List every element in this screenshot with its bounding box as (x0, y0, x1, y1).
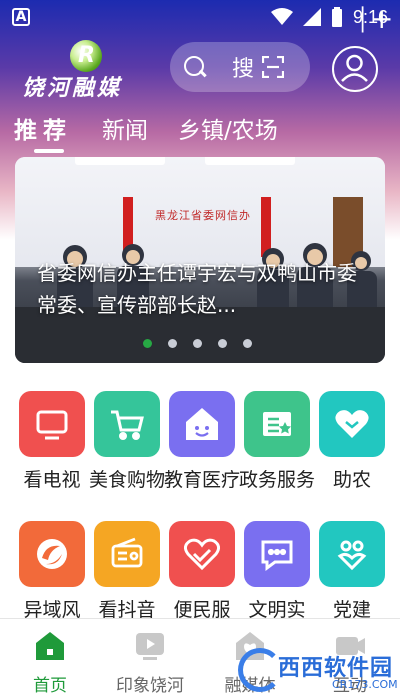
service-item-education-medical[interactable]: 教育医疗 (164, 391, 240, 493)
user-avatar-icon[interactable] (332, 46, 378, 92)
site-watermark: 西西软件园 CR173.COM (232, 642, 400, 700)
notification-icon: A (12, 8, 30, 26)
play-video-icon (133, 629, 167, 663)
tab-news[interactable]: 新闻 (102, 111, 148, 145)
signal-icon (302, 8, 321, 26)
nav-label: 首页 (33, 676, 67, 696)
service-label: 助农 (332, 469, 371, 491)
service-item-government[interactable]: 政务服务 (239, 391, 315, 493)
service-item-exotic[interactable]: 异域风 (14, 521, 90, 623)
search-label: 搜 (232, 57, 255, 82)
certificate-icon (244, 391, 310, 457)
ceiling-light (75, 157, 165, 165)
app-logo: R 饶河融媒 (22, 40, 152, 101)
service-item-civilization[interactable]: 文明实 (239, 521, 315, 623)
add-channel-button[interactable]: + (370, 2, 393, 35)
status-bar: A 9:16 (0, 0, 400, 34)
carousel-dots (143, 339, 252, 348)
service-item-convenience[interactable]: 便民服 (164, 521, 240, 623)
house-smile-icon (169, 391, 235, 457)
people-heart-icon (319, 521, 385, 587)
banner-caption[interactable]: 省委网信办主任谭宇宏与双鸭山市委常委、宣传部部长赵... (37, 257, 367, 321)
carousel-dot[interactable] (168, 339, 177, 348)
tab-towns-farms[interactable]: 乡镇/农场 (178, 111, 278, 145)
nav-label: 印象饶河 (116, 676, 184, 696)
camera-lens-icon (19, 521, 85, 587)
banner-sign-text: 黑龙江省委网信办 (155, 209, 251, 222)
watermark-subtext: CR173.COM (332, 678, 398, 691)
service-item-help-farmers[interactable]: 助农 (314, 391, 390, 493)
watermark-logo-icon (238, 648, 282, 692)
radio-icon (94, 521, 160, 587)
tab-overflow-indicator: │ (356, 8, 370, 33)
chat-bubble-icon (244, 521, 310, 587)
logo-mark: R (70, 40, 102, 72)
search-icon (184, 56, 206, 78)
service-item-party-building[interactable]: 党建 (314, 521, 390, 623)
top-bar: R 饶河融媒 搜 (0, 40, 400, 101)
search-box[interactable]: 搜 (170, 42, 310, 92)
service-label: 看电视 (23, 469, 81, 491)
service-item-tv[interactable]: 看电视 (14, 391, 90, 493)
scan-icon[interactable] (261, 55, 285, 79)
tv-icon (19, 391, 85, 457)
service-label: 教育医疗 (164, 469, 241, 491)
carousel-dot[interactable] (218, 339, 227, 348)
channel-tabs: 推荐 新闻 乡镇/农场 (0, 106, 400, 153)
service-item-douyin[interactable]: 看抖音 (89, 521, 165, 623)
carousel-dot[interactable] (243, 339, 252, 348)
service-label: 美食购物 (89, 469, 166, 491)
service-label: 政务服务 (239, 469, 316, 491)
service-item-food-shopping[interactable]: 美食购物 (89, 391, 165, 493)
ceiling-light (205, 157, 295, 165)
nav-item-impression[interactable]: 印象饶河 (100, 619, 200, 696)
home-icon (33, 629, 67, 663)
handshake-heart-icon (169, 521, 235, 587)
carousel-dot-active[interactable] (143, 339, 152, 348)
battery-icon (331, 7, 342, 27)
news-carousel[interactable]: 黑龙江省委网信办 省委网信办主任谭宇宏与双鸭山市委常委、宣传部部长赵... (15, 157, 385, 363)
heart-icon (319, 391, 385, 457)
tab-recommend[interactable]: 推荐 (14, 111, 72, 153)
shopping-cart-icon (94, 391, 160, 457)
logo-text: 饶河融媒 (22, 76, 123, 101)
carousel-dot[interactable] (193, 339, 202, 348)
nav-item-home[interactable]: 首页 (0, 619, 100, 696)
wifi-icon (270, 8, 293, 25)
